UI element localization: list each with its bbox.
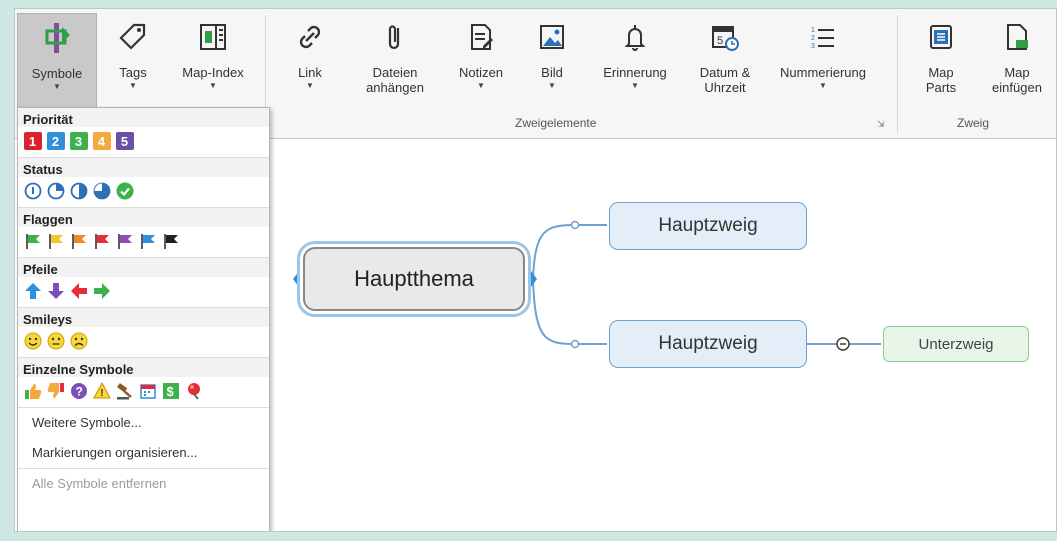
map-parts-button[interactable]: Map Parts — [913, 13, 969, 111]
link-icon — [293, 17, 327, 57]
priority-4-icon[interactable]: 4 — [92, 132, 111, 151]
status-25-percent-icon[interactable] — [46, 182, 65, 201]
map-index-icon — [196, 17, 230, 57]
smiley-sad-icon[interactable] — [69, 332, 88, 351]
markierungen-organisieren-menu-item[interactable]: Markierungen organisieren... — [18, 438, 269, 468]
tags-button[interactable]: Tags ▼ — [105, 13, 161, 111]
chevron-down-icon: ▼ — [631, 81, 639, 90]
single-symbol-row: ? ! $ — [18, 377, 269, 407]
map-index-button[interactable]: Map-Index ▼ — [169, 13, 257, 111]
thumbs-down-icon[interactable] — [46, 382, 65, 401]
map-einfuegen-button[interactable]: Map einfügen — [981, 13, 1053, 111]
ribbon-separator — [897, 15, 898, 133]
tag-icon — [116, 17, 150, 57]
dateien-anhaengen-button[interactable]: Dateien anhängen — [355, 13, 435, 111]
green-flag-icon[interactable] — [23, 232, 42, 251]
smiley-symbol-row — [18, 327, 269, 357]
nummerierung-button[interactable]: 123 Nummerierung ▼ — [771, 13, 875, 111]
smiley-neutral-icon[interactable] — [46, 332, 65, 351]
dialog-launcher-icon[interactable]: ⇲ — [877, 119, 885, 130]
chevron-down-icon: ▼ — [129, 81, 137, 90]
alle-symbole-entfernen-menu-item: Alle Symbole entfernen — [32, 476, 167, 491]
arrow-down-icon[interactable] — [46, 282, 65, 301]
priority-5-icon[interactable]: 5 — [115, 132, 134, 151]
weitere-symbole-menu-item[interactable]: Weitere Symbole... — [18, 408, 269, 438]
symbole-button[interactable]: Symbole ▼ — [17, 13, 97, 111]
svg-text:$: $ — [166, 384, 174, 399]
link-button[interactable]: Link ▼ — [285, 13, 335, 111]
group-label-zweigelemente: Zweigelemente — [515, 116, 597, 130]
datum-uhrzeit-button[interactable]: 5 Datum & Uhrzeit — [687, 13, 763, 111]
bild-button[interactable]: Bild ▼ — [527, 13, 577, 111]
group-label-zweig: Zweig — [957, 116, 990, 130]
chevron-down-icon: ▼ — [209, 81, 217, 90]
warning-icon[interactable]: ! — [92, 382, 111, 401]
insert-map-icon — [1000, 17, 1034, 57]
main-branch-node-1[interactable]: Hauptzweig — [609, 202, 807, 250]
svg-text:2: 2 — [811, 35, 815, 42]
map-parts-icon — [924, 17, 958, 57]
chevron-down-icon: ▼ — [477, 81, 485, 90]
priority-2-icon[interactable]: 2 — [46, 132, 65, 151]
status-50-percent-icon[interactable] — [69, 182, 88, 201]
main-topic-node[interactable]: Hauptthema — [297, 241, 531, 317]
chevron-down-icon: ▼ — [819, 81, 827, 90]
notizen-button[interactable]: Notizen ▼ — [449, 13, 513, 111]
numbered-list-icon: 123 — [806, 17, 840, 57]
subtopic-node[interactable]: Unterzweig — [883, 326, 1029, 362]
chevron-down-icon: ▼ — [53, 82, 61, 91]
arrow-up-icon[interactable] — [23, 282, 42, 301]
svg-text:1: 1 — [811, 27, 815, 34]
section-heading-status: Status — [18, 158, 269, 177]
paperclip-icon — [378, 17, 412, 57]
calendar-icon[interactable] — [138, 382, 157, 401]
section-heading-flaggen: Flaggen — [18, 208, 269, 227]
svg-text:?: ? — [75, 385, 82, 399]
arrow-symbol-row — [18, 277, 269, 307]
flag-symbol-row — [18, 227, 269, 257]
svg-text:!: ! — [100, 388, 103, 399]
blue-flag-icon[interactable] — [138, 232, 157, 251]
arrow-right-icon[interactable] — [92, 282, 111, 301]
purple-flag-icon[interactable] — [115, 232, 134, 251]
calendar-clock-icon: 5 — [708, 17, 742, 57]
chevron-down-icon: ▼ — [548, 81, 556, 90]
bell-icon — [618, 17, 652, 57]
section-heading-pfeile: Pfeile — [18, 258, 269, 277]
status-0-percent-icon[interactable] — [23, 182, 42, 201]
status-symbol-row — [18, 177, 269, 207]
pin-icon[interactable] — [184, 382, 203, 401]
priority-3-icon[interactable]: 3 — [69, 132, 88, 151]
section-heading-einzelne-symbole: Einzelne Symbole — [18, 358, 269, 377]
thumbs-up-icon[interactable] — [23, 382, 42, 401]
chevron-down-icon: ▼ — [306, 81, 314, 90]
black-flag-icon[interactable] — [161, 232, 180, 251]
image-icon — [535, 17, 569, 57]
question-icon[interactable]: ? — [69, 382, 88, 401]
section-heading-prioritaet: Priorität — [18, 108, 269, 127]
application-window: Symbole ▼ Tags ▼ Map-Index ▼ Link ▼ Date… — [14, 8, 1057, 532]
notes-icon — [464, 17, 498, 57]
priority-symbol-row: 1 2 3 4 5 — [18, 127, 269, 157]
arrow-left-icon[interactable] — [69, 282, 88, 301]
dollar-icon[interactable]: $ — [161, 382, 180, 401]
priority-1-icon[interactable]: 1 — [23, 132, 42, 151]
orange-flag-icon[interactable] — [69, 232, 88, 251]
gavel-icon[interactable] — [115, 382, 134, 401]
yellow-flag-icon[interactable] — [46, 232, 65, 251]
status-75-percent-icon[interactable] — [92, 182, 111, 201]
svg-text:5: 5 — [717, 35, 723, 47]
erinnerung-button[interactable]: Erinnerung ▼ — [591, 13, 679, 111]
red-flag-icon[interactable] — [92, 232, 111, 251]
svg-text:3: 3 — [811, 43, 815, 50]
symbol-icon — [40, 18, 74, 58]
main-branch-node-2[interactable]: Hauptzweig — [609, 320, 807, 368]
status-complete-icon[interactable] — [115, 182, 134, 201]
symbols-dropdown-menu: Priorität 1 2 3 4 5 Status Flaggen Pfeil… — [17, 107, 270, 531]
smiley-happy-icon[interactable] — [23, 332, 42, 351]
section-heading-smileys: Smileys — [18, 308, 269, 327]
